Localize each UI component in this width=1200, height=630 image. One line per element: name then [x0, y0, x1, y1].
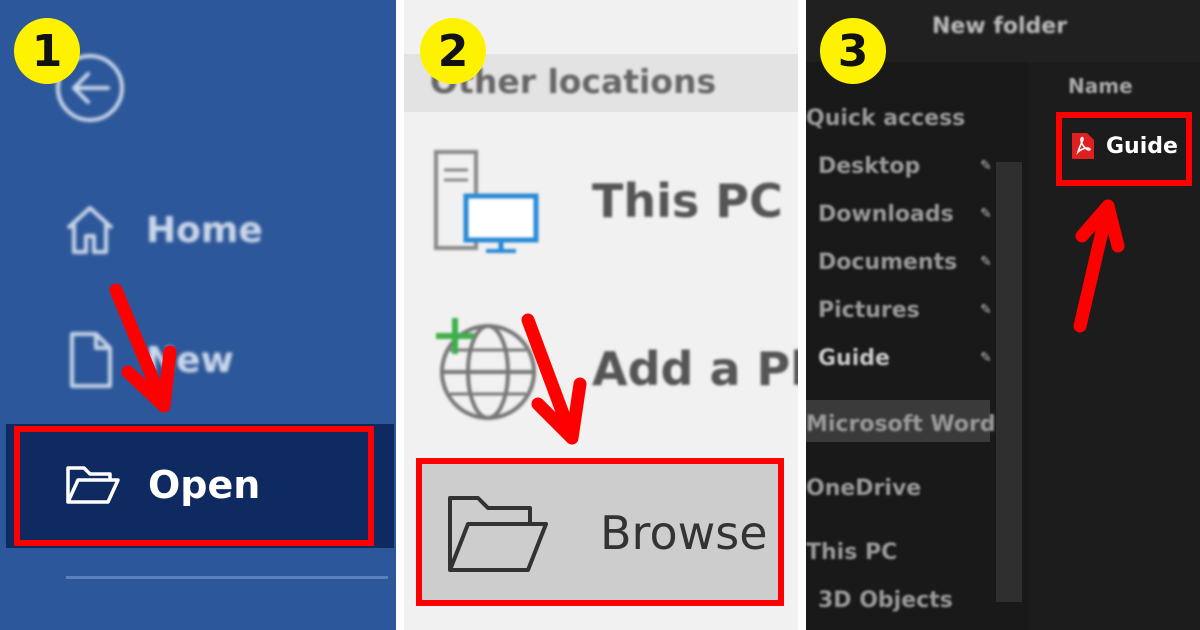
location-this-pc[interactable]: This PC: [430, 148, 783, 254]
file-explorer-panel: New folder Quick access Desktop ✎ Downloa…: [806, 0, 1200, 630]
nav-downloads[interactable]: Downloads ✎: [818, 202, 992, 227]
home-icon: [66, 206, 114, 254]
nav-onedrive-label: OneDrive: [806, 476, 922, 501]
step-number: 3: [837, 25, 869, 77]
highlight-guide-file: [1056, 112, 1192, 186]
nav-new-label: New: [146, 339, 234, 381]
nav-3d-label: 3D Objects: [818, 588, 953, 613]
nav-quick-access-label: Quick access: [806, 106, 966, 131]
nav-word-label: Microsoft Word: [806, 412, 996, 437]
nav-documents-label: Documents: [818, 250, 958, 275]
step-badge-1: 1: [14, 18, 80, 84]
nav-onedrive[interactable]: OneDrive: [806, 476, 921, 501]
navigation-pane: Quick access Desktop ✎ Downloads ✎ Documen…: [806, 62, 1028, 630]
nav-this-pc[interactable]: This PC: [806, 540, 897, 565]
nav-pictures[interactable]: Pictures ✎: [818, 298, 992, 323]
scrollbar[interactable]: [996, 162, 1022, 602]
highlight-open: [14, 426, 374, 546]
nav-downloads-label: Downloads: [818, 202, 954, 227]
new-folder-button[interactable]: New folder: [932, 14, 1067, 39]
nav-quick-access[interactable]: Quick access: [806, 106, 965, 131]
location-this-pc-label: This PC: [592, 174, 783, 228]
location-add-place-label: Add a Pl: [592, 342, 798, 396]
nav-guide[interactable]: Guide ✎: [818, 346, 992, 371]
step-number: 1: [31, 25, 63, 77]
nav-3d-objects[interactable]: 3D Objects: [818, 588, 953, 613]
nav-desktop-label: Desktop: [818, 154, 921, 179]
nav-new[interactable]: New: [60, 328, 234, 392]
pin-icon: ✎: [980, 254, 992, 270]
nav-guide-label: Guide: [818, 346, 890, 371]
column-header-name[interactable]: Name: [1068, 74, 1133, 98]
nav-home[interactable]: Home: [60, 200, 263, 260]
nav-desktop[interactable]: Desktop ✎: [818, 154, 992, 179]
step-number: 2: [437, 25, 469, 77]
panel-gap: [798, 0, 806, 630]
nav-microsoft-word[interactable]: Microsoft Word: [806, 412, 996, 437]
add-place-globe-icon: [436, 318, 536, 420]
highlight-browse: [416, 458, 784, 606]
nav-thispc-label: This PC: [806, 540, 898, 565]
step-badge-3: 3: [820, 18, 886, 84]
nav-pictures-label: Pictures: [818, 298, 920, 323]
location-add-place[interactable]: Add a Pl: [430, 314, 798, 424]
pin-icon: ✎: [980, 302, 992, 318]
pin-icon: ✎: [980, 350, 992, 366]
pin-icon: ✎: [980, 206, 992, 222]
nav-documents[interactable]: Documents ✎: [818, 250, 992, 275]
nav-home-label: Home: [146, 209, 263, 251]
new-document-icon: [70, 332, 112, 388]
pin-icon: ✎: [980, 158, 992, 174]
divider: [66, 576, 388, 579]
step-badge-2: 2: [420, 18, 486, 84]
pc-icon: [434, 150, 539, 253]
panel-gap: [396, 0, 404, 630]
